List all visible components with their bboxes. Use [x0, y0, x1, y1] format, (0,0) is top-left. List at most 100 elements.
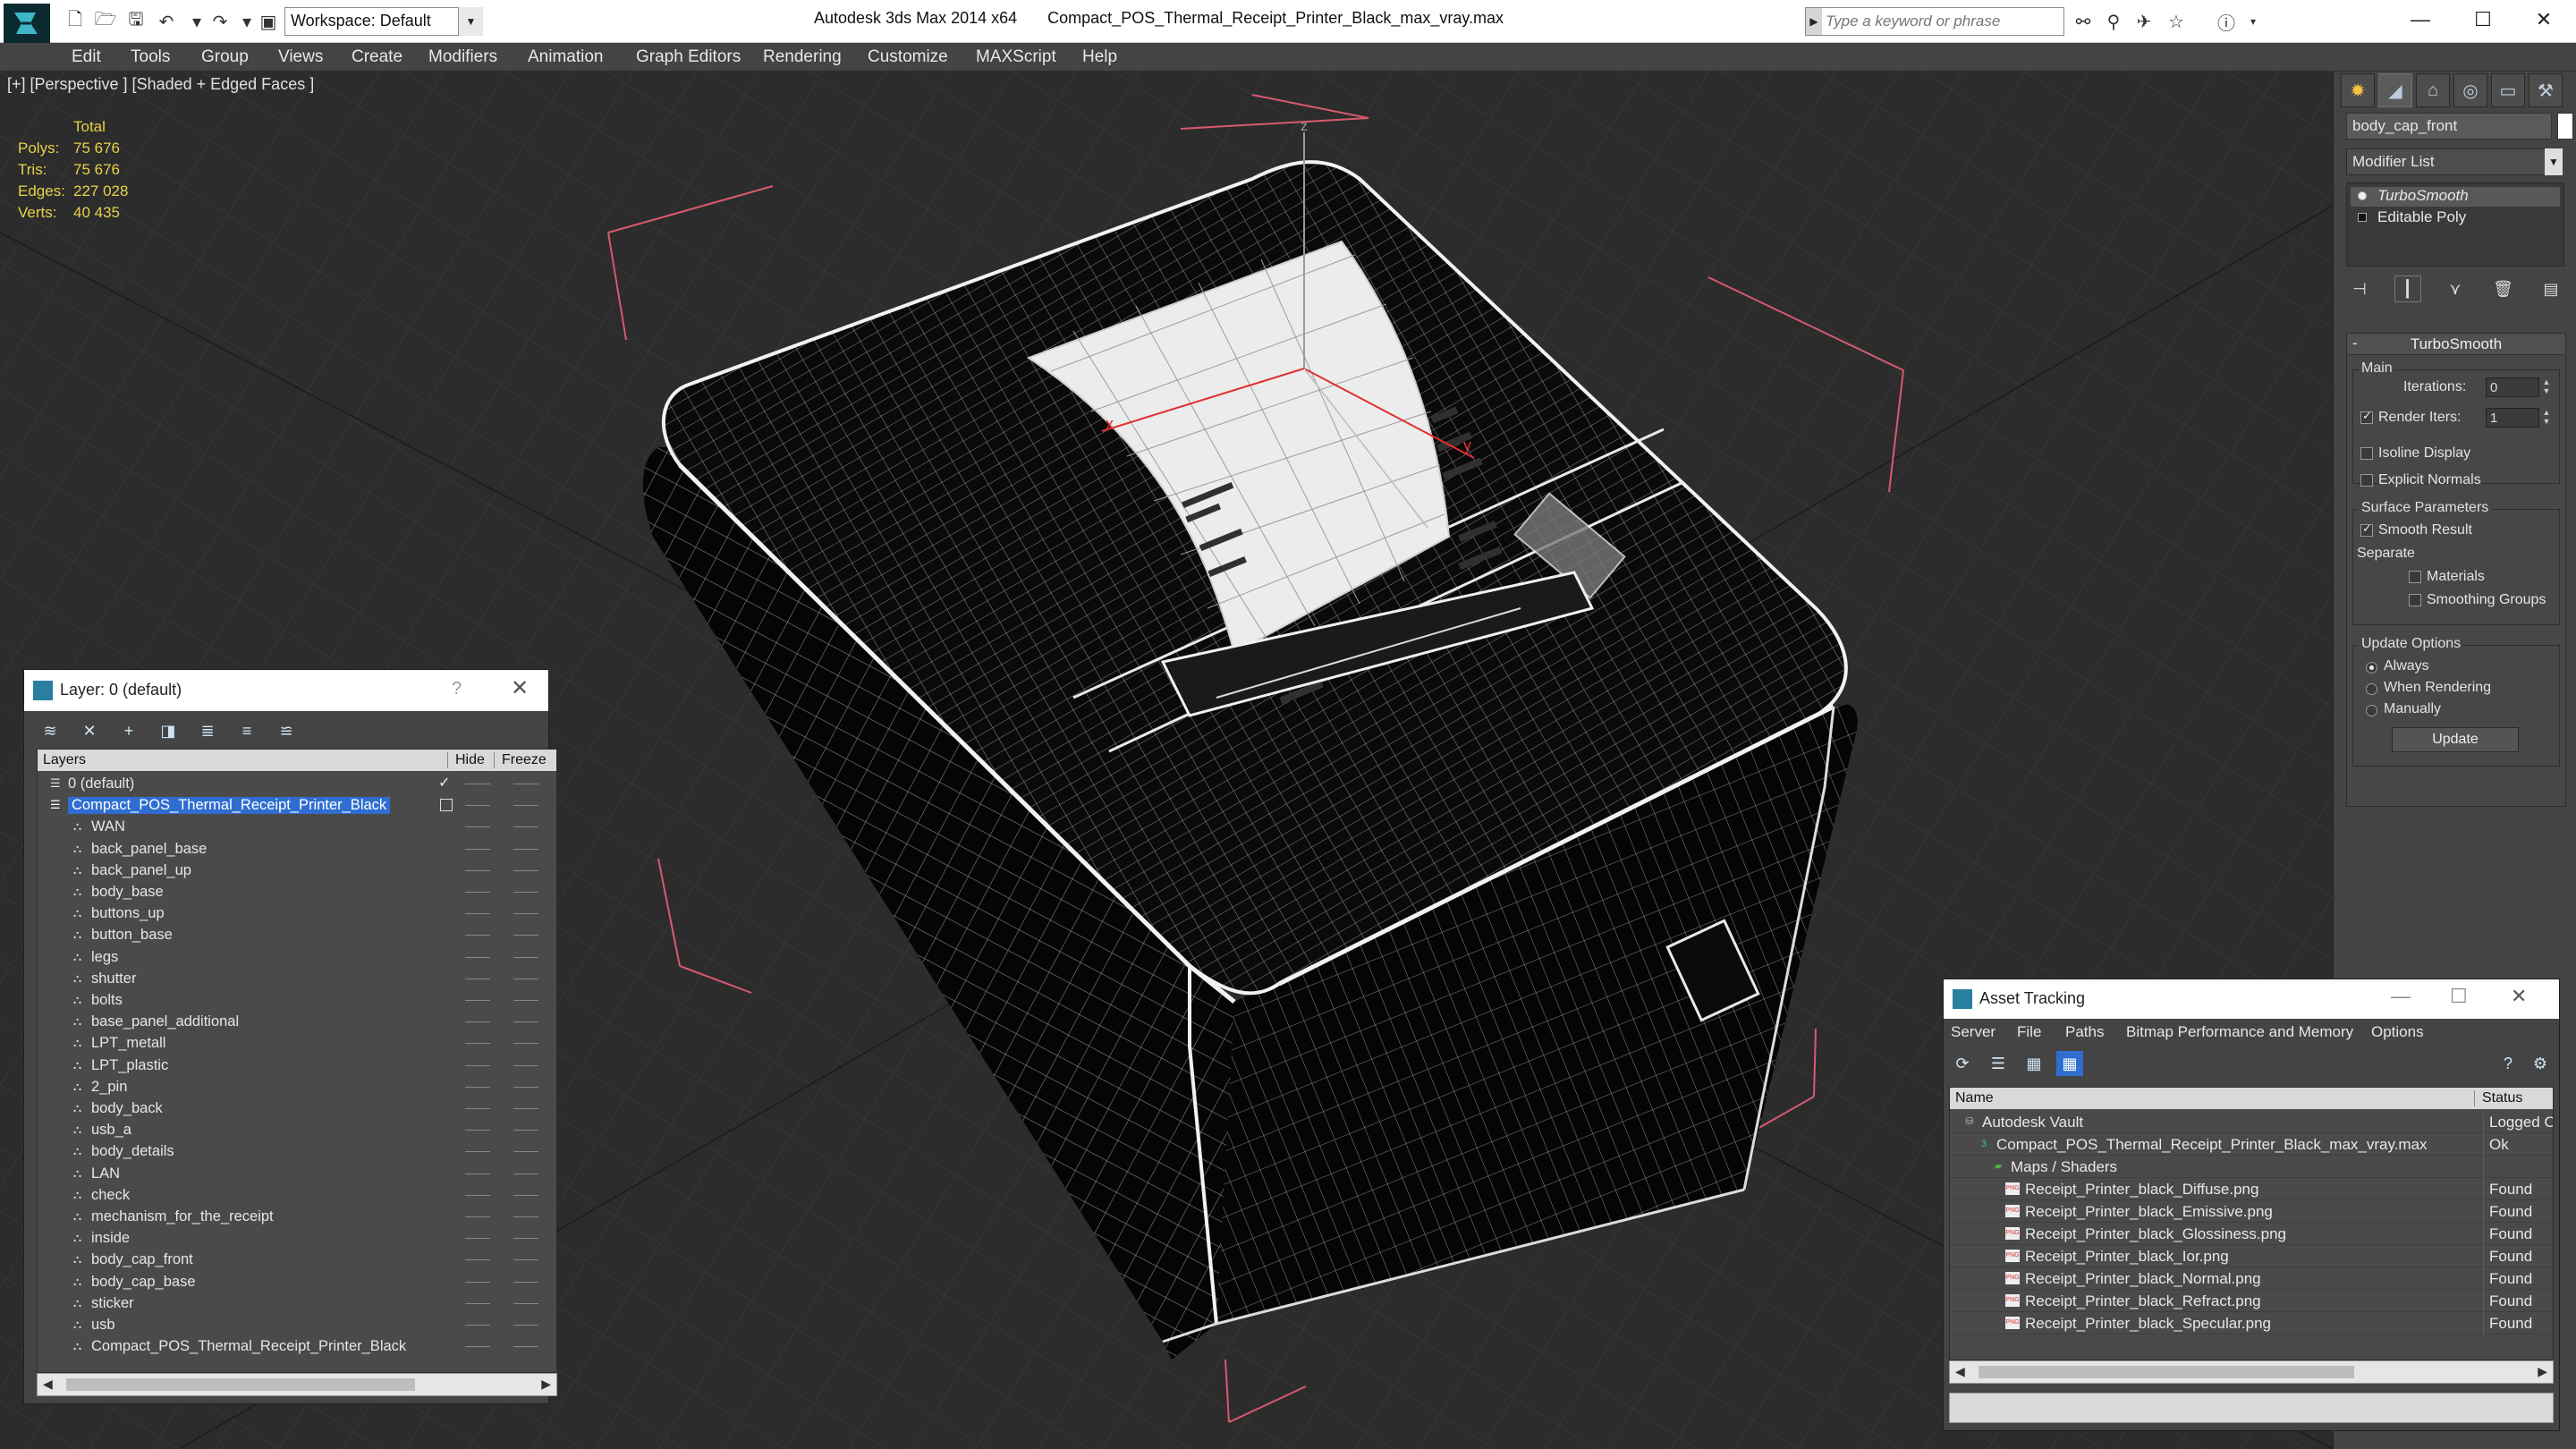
col-status[interactable]: Status [2474, 1090, 2522, 1106]
object-row[interactable]: ⛬ LPT_metall —— —— [38, 1032, 556, 1054]
menu-options[interactable]: Options [2371, 1023, 2424, 1041]
workspace-select[interactable]: Workspace: Default [284, 7, 483, 36]
freeze-toggle[interactable]: —— [513, 949, 538, 963]
motion-tab-icon[interactable]: ◎ [2453, 73, 2487, 107]
asset-row[interactable]: PNG Receipt_Printer_black_Emissive.png Fou… [1950, 1200, 2553, 1225]
iterations-spinner-arrows-icon[interactable]: ▲ ▼ [2541, 377, 2552, 397]
freeze-toggle[interactable]: —— [513, 1165, 538, 1180]
menu-graph-editors[interactable]: Graph Editors [636, 47, 741, 67]
scroll-left-icon[interactable]: ◀ [43, 1377, 53, 1392]
object-row[interactable]: ⛬ check —— —— [38, 1184, 556, 1206]
hide-toggle[interactable]: —— [465, 775, 490, 790]
make-unique-icon[interactable]: ⋎ [2442, 275, 2469, 302]
select-objects-icon[interactable]: ◨ [155, 718, 182, 743]
object-row[interactable]: ⛬ sticker —— —— [38, 1292, 556, 1314]
hide-toggle[interactable]: —— [465, 1317, 490, 1331]
help-icon[interactable]: ⓘ [2213, 9, 2240, 34]
asset-row[interactable]: PNG Receipt_Printer_black_Specular.png Fou… [1950, 1312, 2553, 1337]
modifier-list-select[interactable]: Modifier List [2346, 148, 2563, 175]
table-view-icon[interactable]: ▦ [2056, 1051, 2083, 1076]
asset-row[interactable]: PNG Receipt_Printer_black_Ior.png Found [1950, 1245, 2553, 1270]
stack-item-turbosmooth[interactable]: TurboSmooth [2351, 187, 2560, 207]
freeze-toggle[interactable]: —— [513, 1122, 538, 1136]
configure-sets-icon[interactable]: ▤ [2538, 275, 2564, 302]
menu-maxscript[interactable]: MAXScript [976, 47, 1056, 67]
always-radio[interactable] [2366, 662, 2377, 674]
hide-toggle[interactable]: —— [465, 1295, 490, 1309]
freeze-toggle[interactable]: —— [513, 1035, 538, 1049]
hide-toggle[interactable]: —— [465, 1057, 490, 1072]
freeze-toggle[interactable]: —— [513, 1317, 538, 1331]
freeze-toggle[interactable]: —— [513, 1143, 538, 1157]
hierarchy-tab-icon[interactable]: ⌂ [2416, 73, 2450, 107]
freeze-toggle[interactable]: —— [513, 797, 538, 811]
asset-row[interactable]: ▰ Maps / Shaders [1950, 1156, 2553, 1181]
app-menu-button[interactable] [4, 4, 50, 43]
layer-row-default[interactable]: ☰ 0 (default) ✓ —— —— [38, 773, 556, 794]
create-layer-icon[interactable]: ≋ [37, 718, 64, 743]
layer-row-printer[interactable]: ☰ Compact_POS_Thermal_Receipt_Printer_Bla… [38, 794, 556, 816]
subscription-icon[interactable]: ⚲ [2100, 9, 2127, 34]
close-icon[interactable]: ✕ [511, 675, 529, 701]
freeze-toggle[interactable]: —— [513, 970, 538, 985]
current-layer-check-icon[interactable]: ✓ [438, 774, 450, 792]
object-row[interactable]: ⛬ base_panel_additional —— —— [38, 1011, 556, 1032]
materials-checkbox[interactable] [2409, 571, 2421, 583]
undo-icon[interactable]: ↶ [154, 9, 179, 34]
hide-toggle[interactable]: —— [465, 862, 490, 877]
freeze-toggle[interactable]: —— [513, 862, 538, 877]
smooth-result-checkbox[interactable] [2360, 521, 2373, 537]
freeze-toggle[interactable]: —— [513, 1100, 538, 1114]
col-freeze[interactable]: Freeze [494, 752, 547, 768]
object-row[interactable]: ⛬ body_base —— —— [38, 881, 556, 902]
menu-tools[interactable]: Tools [131, 47, 170, 67]
layer-list-scrollbar[interactable]: ◀ ▶ [37, 1373, 557, 1396]
freeze-all-layers-icon[interactable]: ≌ [273, 718, 300, 743]
isoline-display-checkbox[interactable] [2360, 447, 2373, 460]
workspace-dropdown-icon[interactable]: ▼ [458, 7, 483, 36]
object-row[interactable]: ⛬ inside —— —— [38, 1227, 556, 1249]
object-row[interactable]: ⛬ body_details —— —— [38, 1140, 556, 1162]
help-icon[interactable]: ? [452, 679, 462, 699]
hide-toggle[interactable]: —— [465, 1143, 490, 1157]
maximize-icon[interactable]: ☐ [2450, 985, 2468, 1008]
menu-server[interactable]: Server [1951, 1023, 1996, 1041]
hide-toggle[interactable]: —— [465, 970, 490, 985]
rollout-header[interactable]: - TurboSmooth [2347, 334, 2565, 355]
menu-bitmap-performance[interactable]: Bitmap Performance and Memory [2126, 1023, 2353, 1041]
close-icon[interactable]: ✕ [2511, 985, 2527, 1008]
render-iters-spinner-arrows-icon[interactable]: ▲ ▼ [2541, 408, 2552, 428]
freeze-toggle[interactable]: —— [513, 1187, 538, 1201]
project-folder-icon[interactable]: ▣ [256, 9, 281, 34]
utilities-tab-icon[interactable]: ⚒ [2529, 73, 2563, 107]
object-row[interactable]: ⛬ buttons_up —— —— [38, 902, 556, 924]
delete-layer-icon[interactable]: ✕ [76, 718, 103, 743]
open-file-icon[interactable]: 🗁 [93, 9, 118, 34]
object-row[interactable]: ⛬ shutter —— —— [38, 968, 556, 989]
thumbnail-view-icon[interactable]: ▦ [2021, 1051, 2047, 1076]
menu-customize[interactable]: Customize [868, 47, 948, 67]
hide-toggle[interactable]: —— [465, 1100, 490, 1114]
manually-radio[interactable] [2366, 705, 2377, 716]
current-layer-checkbox[interactable] [440, 799, 453, 812]
freeze-toggle[interactable]: —— [513, 927, 538, 941]
list-view-icon[interactable]: ☰ [1985, 1051, 2012, 1076]
asset-row[interactable]: ⛁Autodesk VaultLogged Out [1950, 1111, 2553, 1136]
hide-toggle[interactable]: —— [465, 949, 490, 963]
stack-item-editable-poly[interactable]: Editable Poly [2351, 208, 2560, 228]
explicit-normals-checkbox[interactable] [2360, 474, 2373, 487]
freeze-toggle[interactable]: —— [513, 992, 538, 1006]
hide-all-layers-icon[interactable]: ≡ [233, 718, 260, 743]
freeze-toggle[interactable]: —— [513, 1208, 538, 1223]
freeze-toggle[interactable]: —— [513, 775, 538, 790]
menu-views[interactable]: Views [278, 47, 323, 67]
hide-toggle[interactable]: —— [465, 1251, 490, 1266]
modify-tab-icon[interactable]: ◢ [2378, 73, 2412, 107]
asset-row[interactable]: PNG Receipt_Printer_black_Glossiness.png F… [1950, 1223, 2553, 1248]
freeze-toggle[interactable]: —— [513, 818, 538, 833]
settings-icon[interactable]: ⚙ [2527, 1051, 2554, 1076]
col-hide[interactable]: Hide [447, 752, 485, 768]
menu-paths[interactable]: Paths [2065, 1023, 2104, 1041]
help-icon[interactable]: ? [2495, 1051, 2521, 1076]
render-iters-checkbox[interactable] [2360, 409, 2373, 424]
